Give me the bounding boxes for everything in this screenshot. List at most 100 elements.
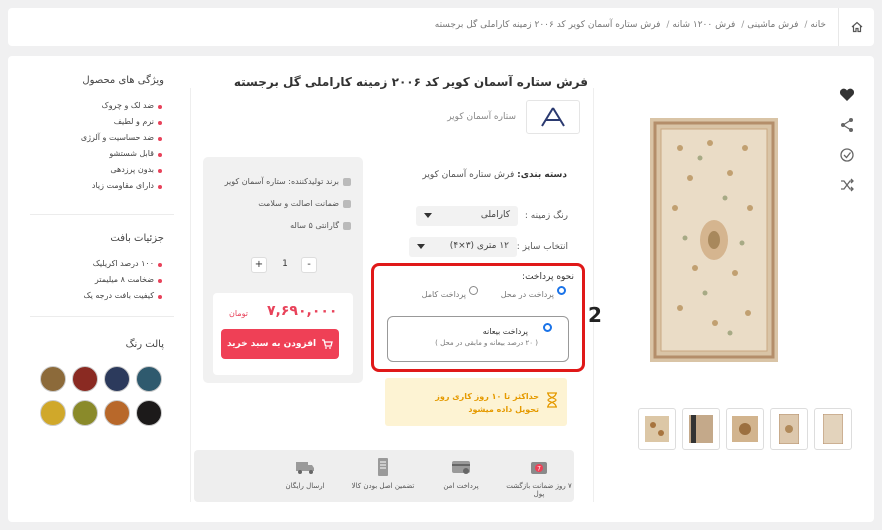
chevron-down-icon [417,244,425,249]
share-icon[interactable] [838,116,856,134]
currency: تومان [229,309,248,318]
thumbnail[interactable] [726,408,764,450]
thumbnail[interactable] [638,408,676,450]
product-title: فرش ستاره آسمان کویر کد ۲۰۰۶ زمینه کارام… [233,75,588,89]
color-swatch[interactable] [136,366,162,392]
product-image[interactable] [650,118,778,362]
receipt-icon [378,458,388,476]
color-swatch[interactable] [104,366,130,392]
delivery-notice: حداکثر تا ۱۰ روز کاری روز تحویل داده میش… [385,378,567,426]
feature-authenticity: ضمانت اصالت و سلامت [258,199,351,208]
annotation-number: 2 [588,303,602,327]
weave-item: ضخامت ۸ میلیمتر [83,275,162,291]
product-panel: فرش ستاره آسمان کویر کد ۲۰۰۶ زمینه کارام… [8,56,874,522]
buy-card: برند تولیدکننده: ستاره آسمان کویر ضمانت … [203,157,363,383]
price: ۷,۶۹۰,۰۰۰ [267,303,338,319]
divider [593,88,594,502]
breadcrumb-item-1200-reed[interactable]: فرش ۱۲۰۰ شانه [672,20,735,30]
color-swatch[interactable] [72,400,98,426]
bg-color-label: رنگ زمینه : [524,211,568,221]
weave-list: ۱۰۰ درصد اکریلیک ضخامت ۸ میلیمتر کیفیت ب… [83,259,162,307]
brand-name[interactable]: ستاره آسمان کویر [447,112,516,122]
heart-icon[interactable] [838,86,856,104]
guarantee-secure-pay: پرداخت امن [422,456,500,490]
breadcrumb-item-machine-carpet[interactable]: فرش ماشینی [747,20,798,30]
feature-item: ضد حساسیت و آلرژی [81,133,163,149]
shield-icon [343,199,351,208]
thumbnail[interactable] [682,408,720,450]
guarantee-money-back: 7 ۷ روز ضمانت بازگشت پول [500,456,578,498]
category-value[interactable]: فرش ستاره آسمان کویر [422,170,514,180]
divider [30,316,174,317]
color-swatch[interactable] [136,400,162,426]
payment-method-box: نحوه پرداخت: پرداخت در محل پرداخت کامل پ… [371,263,585,372]
feature-item: نرم و لطیف [81,117,163,133]
size-select[interactable]: ۱۲ متری (۳×۴) [409,237,517,257]
brand-logo[interactable] [526,100,580,134]
weave-item: کیفیت بافت درجه یک [83,291,162,307]
divider [30,214,174,215]
palette-title: پالت رنگ [125,339,164,350]
truck-icon [296,462,314,474]
hourglass-icon [546,392,558,411]
feature-item: بدون پرزدهی [81,165,163,181]
feature-item: ضد لک و چروک [81,101,163,117]
qty-plus-button[interactable]: + [251,257,267,273]
guarantee-original: تضمین اصل بودن کالا [344,456,422,490]
delivery-text: حداکثر تا ۱۰ روز کاری روز تحویل داده میش… [435,392,539,414]
guarantee-free-shipping: ارسال رایگان [266,456,344,490]
chevron-down-icon [424,213,432,218]
payment-title: نحوه پرداخت: [522,272,574,282]
thumbnail[interactable] [770,408,808,450]
feature-warranty: گارانتی ۵ ساله [290,221,351,230]
color-palette [38,366,162,426]
color-swatch[interactable] [40,366,66,392]
tag-icon [343,177,351,186]
guarantee-secure-pay-label: پرداخت امن [443,482,479,490]
radio-full[interactable] [469,286,478,295]
divider [190,88,191,502]
bg-color-select[interactable]: کاراملی [416,206,518,226]
product-actions [838,86,858,206]
breadcrumb-bar: خانه/ فرش ماشینی/ فرش ۱۲۰۰ شانه/ فرش ستا… [8,8,874,46]
qty-minus-button[interactable]: - [301,257,317,273]
advance-payment-card[interactable]: پرداخت بیعانه ( ۲۰ درصد بیعانه و مابقی د… [387,316,569,362]
payment-full-label[interactable]: پرداخت کامل [422,290,466,299]
guarantee-money-back-label: ۷ روز ضمانت بازگشت پول [506,482,572,498]
cart-icon [322,339,333,349]
radio-on-site[interactable] [557,286,566,295]
size-value: ۱۲ متری (۳×۴) [449,241,509,251]
size-label: انتخاب سایز : [516,242,568,252]
add-to-cart-label: افزودن به سبد خرید [226,339,317,349]
shield-icon [343,221,351,230]
add-to-cart-button[interactable]: افزودن به سبد خرید [221,329,339,359]
svg-text:7: 7 [537,466,541,473]
bg-color-value: کاراملی [480,210,510,220]
quantity-stepper: - 1 + [245,257,325,277]
weave-title: جزئیات بافت [110,233,164,244]
feature-brand: برند تولیدکننده: ستاره آسمان کویر [225,177,351,186]
breadcrumb-item-home[interactable]: خانه [810,20,826,30]
price-box: ۷,۶۹۰,۰۰۰ تومان افزودن به سبد خرید [213,293,353,375]
feature-authenticity-text: ضمانت اصالت و سلامت [258,199,339,208]
payment-advance-note: ( ۲۰ درصد بیعانه و مابقی در محل ) [435,339,538,347]
guarantee-original-label: تضمین اصل بودن کالا [351,482,415,490]
color-swatch[interactable] [40,400,66,426]
color-swatch[interactable] [72,366,98,392]
secure-payment-icon [452,461,470,474]
breadcrumb: خانه/ فرش ماشینی/ فرش ۱۲۰۰ شانه/ فرش ستا… [434,20,826,30]
feature-brand-text: برند تولیدکننده: ستاره آسمان کویر [224,177,339,186]
qty-value[interactable]: 1 [278,259,292,269]
feature-item: قابل شستشو [81,149,163,165]
thumbnail[interactable] [814,408,852,450]
category: دسته بندی: فرش ستاره آسمان کویر [422,170,567,180]
color-swatch[interactable] [104,400,130,426]
weave-item: ۱۰۰ درصد اکریلیک [83,259,162,275]
features-list: ضد لک و چروک نرم و لطیف ضد حساسیت و آلرژ… [81,101,163,197]
check-circle-icon[interactable] [838,146,856,164]
radio-advance[interactable] [543,323,552,332]
payment-on-site-label[interactable]: پرداخت در محل [501,290,554,299]
shuffle-icon[interactable] [838,176,856,194]
home-icon[interactable] [838,8,874,46]
guarantee-free-shipping-label: ارسال رایگان [285,482,325,490]
